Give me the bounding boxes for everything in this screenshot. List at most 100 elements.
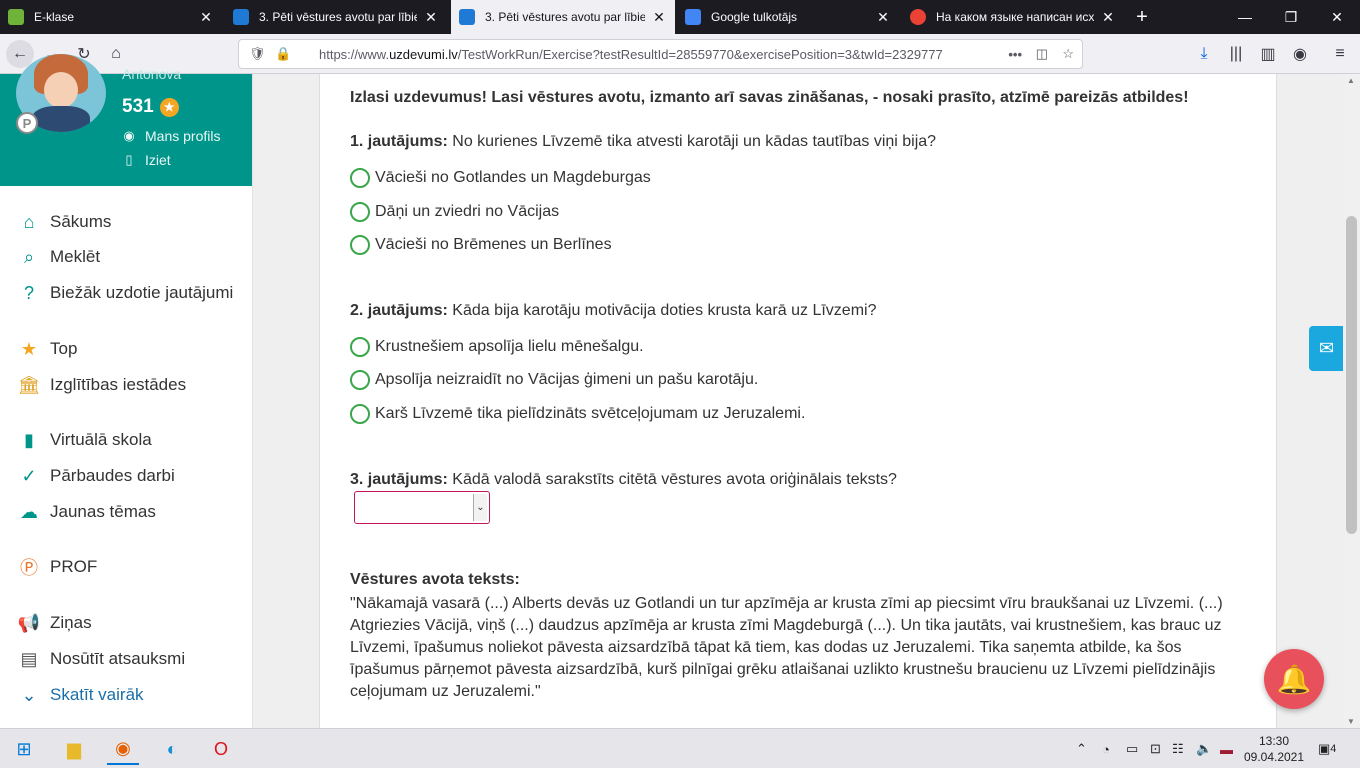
question-number: 3. jautājums: (350, 471, 448, 488)
q2-option-1[interactable]: Krustnešiem apsolīja lielu mēnešalgu. (350, 337, 644, 357)
q2-option-2[interactable]: Apsolīja neizraidīt no Vācijas ģimeni un… (350, 370, 758, 390)
sidebar-item-top[interactable]: ★ Top (0, 333, 252, 365)
downloads-icon[interactable]: ⤓ (1190, 40, 1218, 68)
sidebar-item-feedback[interactable]: ▤ Nosūtīt atsauksmi (0, 643, 252, 675)
q1-option-1[interactable]: Vācieši no Gotlandes un Magdeburgas (350, 168, 651, 188)
language-select[interactable]: ⌄ (354, 491, 490, 524)
language-flag-icon[interactable]: ▬ (1220, 729, 1233, 769)
sidebar-item-home[interactable]: ⌂ Sākums (0, 206, 252, 238)
main-content: Izlasi uzdevumus! Lasi vēstures avotu, i… (253, 74, 1343, 728)
minimize-button[interactable]: — (1222, 0, 1268, 34)
tab-eklase[interactable]: E-klase ✕ (0, 0, 222, 34)
radio-button[interactable] (350, 370, 370, 390)
q1-option-2[interactable]: Dāņi un zviedri no Vācijas (350, 202, 559, 222)
question-1: 1. jautājums: No kurienes Līvzemē tika a… (350, 133, 936, 151)
bookmark-star-icon[interactable]: ☆ (1062, 46, 1074, 62)
firefox-icon[interactable]: ◉ (107, 733, 139, 765)
sidebar-item-new-topics[interactable]: ☁ Jaunas tēmas (0, 496, 252, 528)
page-scrollbar[interactable]: ▲ ▼ (1343, 74, 1360, 728)
radio-button[interactable] (350, 404, 370, 424)
menu-label: Jaunas tēmas (50, 502, 156, 521)
battery-icon[interactable]: ▭ (1126, 729, 1138, 769)
close-window-button[interactable]: ✕ (1314, 0, 1360, 34)
sidebar-item-institutions[interactable]: 🏛 Izglītības iestādes (0, 369, 252, 401)
lock-icon[interactable]: 🔒 (275, 46, 291, 62)
option-label: Dāņi un zviedri no Vācijas (375, 203, 560, 220)
menu-label: Top (50, 339, 78, 358)
mail-button[interactable]: ✉ (1309, 326, 1344, 371)
sidebar-item-news[interactable]: 📢 Ziņas (0, 607, 252, 639)
tab-uzdevumi-active[interactable]: 3. Pēti vēstures avotu par lībiešu ✕ (451, 0, 675, 34)
radio-button[interactable] (350, 168, 370, 188)
scrollbar-thumb[interactable] (1346, 216, 1357, 534)
sidebar-item-tests[interactable]: ✓ Pārbaudes darbi (0, 460, 252, 492)
wifi-icon[interactable]: ☷ (1172, 729, 1184, 769)
home-button[interactable]: ⌂ (102, 40, 130, 68)
address-bar[interactable]: 🛡 🔒 https://www.uzdevumi.lv/TestWorkRun/… (238, 39, 1083, 69)
close-icon[interactable]: ✕ (651, 9, 667, 26)
sidebar-toggle-icon[interactable]: ▥ (1254, 40, 1282, 68)
opera-icon[interactable]: O (205, 733, 237, 765)
points-value: 531 (122, 96, 154, 117)
sidebar-item-prof[interactable]: Ⓟ PROF (0, 551, 252, 583)
tab-google-search[interactable]: На каком языке написан исход ✕ (902, 0, 1124, 34)
exercise-intro: Izlasi uzdevumus! Lasi vēstures avotu, i… (350, 89, 1189, 106)
q1-option-3[interactable]: Vācieši no Brēmenes un Berlīnes (350, 235, 612, 255)
account-icon[interactable]: ◉ (1286, 40, 1314, 68)
notification-count: 4 (1330, 743, 1337, 755)
edge-icon[interactable]: ◐ (156, 733, 188, 765)
question-text: No kurienes Līvzemē tika atvesti karotāj… (452, 133, 937, 150)
windows-start-icon[interactable]: ⊞ (8, 733, 40, 765)
action-center-icon[interactable]: ▣ 4 (1318, 729, 1336, 769)
scroll-down-icon[interactable]: ▼ (1347, 717, 1355, 726)
url-path: /TestWorkRun/Exercise?testResultId=28559… (457, 46, 943, 62)
notification-bell-button[interactable]: 🔔 (1264, 649, 1324, 709)
system-clock[interactable]: 13:30 09.04.2021 (1238, 733, 1310, 765)
sidebar-item-search[interactable]: ⌕ Meklēt (0, 241, 252, 273)
my-profile-link[interactable]: ◉ Mans profils (122, 128, 220, 144)
chevron-down-icon[interactable]: ⌄ (473, 494, 487, 521)
logout-link[interactable]: ▯ Iziet (122, 152, 171, 168)
network-icon[interactable]: ◔ (1102, 729, 1110, 769)
radio-button[interactable] (350, 202, 370, 222)
url-text: https://www.uzdevumi.lv/TestWorkRun/Exer… (319, 47, 943, 62)
close-icon[interactable]: ✕ (198, 9, 214, 26)
tab-google-translate[interactable]: Google tulkotājs ✕ (677, 0, 899, 34)
search-icon: ⌕ (23, 246, 35, 267)
app-menu-icon[interactable]: ≡ (1326, 40, 1354, 68)
file-explorer-icon[interactable]: ▆ (58, 733, 90, 765)
radio-button[interactable] (350, 337, 370, 357)
shield-icon[interactable]: 🛡 (249, 46, 266, 62)
tray-chevron-icon[interactable]: ⌃ (1076, 729, 1087, 769)
feedback-icon: ▤ (20, 648, 38, 669)
sidebar: P Antonova 531 ★ ◉ Mans profils ▯ Iziet ⌂ Sā… (0, 54, 253, 728)
restore-button[interactable]: ❐ (1268, 0, 1314, 34)
navigation-bar: ← → ↻ ⌂ 🛡 🔒 https://www.uzdevumi.lv/Test… (0, 34, 1360, 74)
question-2: 2. jautājums: Kāda bija karotāju motivāc… (350, 302, 876, 320)
volume-icon[interactable]: 🔈 (1196, 729, 1212, 769)
close-icon[interactable]: ✕ (423, 9, 439, 26)
cloud-upload-icon: ☁ (20, 501, 38, 522)
close-icon[interactable]: ✕ (875, 9, 891, 26)
link-label: Iziet (145, 152, 171, 168)
tab-title: E-klase (34, 10, 75, 24)
page-actions-icon[interactable]: ••• (1008, 47, 1022, 62)
q2-option-3[interactable]: Karš Līvzemē tika pielīdzināts svētceļoj… (350, 404, 805, 424)
library-icon[interactable]: ||| (1222, 40, 1250, 68)
tab-uzdevumi-1[interactable]: 3. Pēti vēstures avotu par lībiešu ✕ (225, 0, 447, 34)
pocket-icon[interactable]: ◫ (1036, 46, 1048, 62)
clock-time: 13:30 (1258, 734, 1290, 748)
radio-button[interactable] (350, 235, 370, 255)
sidebar-item-virtual-school[interactable]: ▮ Virtuālā skola (0, 424, 252, 456)
bell-icon: 🔔 (1276, 663, 1312, 695)
new-tab-button[interactable]: + (1128, 0, 1156, 34)
help-icon: ? (23, 282, 34, 303)
close-icon[interactable]: ✕ (1100, 9, 1116, 26)
usb-icon[interactable]: ⊡ (1150, 729, 1161, 769)
sidebar-item-more[interactable]: ⌄ Skatīt vairāk (0, 679, 252, 711)
sidebar-item-faq[interactable]: ? Biežāk uzdotie jautājumi (0, 277, 252, 309)
eklase-icon (8, 9, 24, 25)
menu-label: Sākums (50, 212, 112, 231)
url-prefix: https://www. (319, 46, 390, 62)
scroll-up-icon[interactable]: ▲ (1347, 76, 1355, 85)
